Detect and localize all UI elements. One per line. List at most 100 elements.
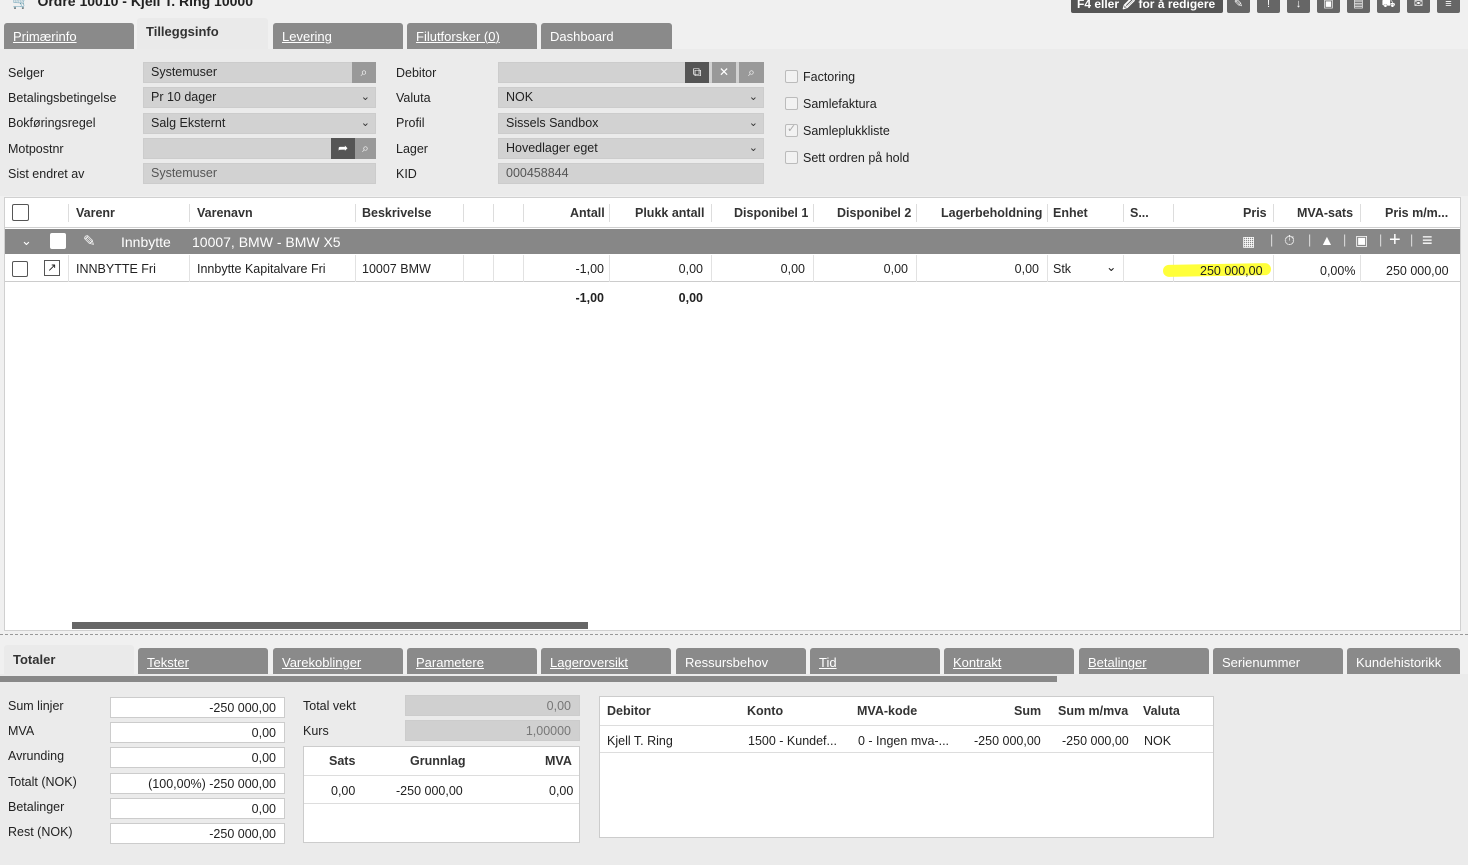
menu-icon[interactable]: ≡ [1437, 0, 1460, 13]
print-icon[interactable]: ▤ [1347, 0, 1370, 13]
debitor-label: Debitor [396, 66, 437, 80]
col-mva[interactable]: MVA-sats [1297, 206, 1353, 220]
tab-tekster[interactable]: Tekster [138, 648, 268, 674]
lager-select[interactable]: Hovedlager eget ⌄ [498, 138, 764, 159]
debitor-clear-icon[interactable]: ✕ [712, 62, 736, 83]
group-row[interactable]: ⌄ ✎ Innbytte 10007, BMW - BMW X5 ▦ | ⏱ |… [5, 229, 1460, 254]
tab-serienummer[interactable]: Serienummer [1213, 648, 1343, 674]
cell-varenr[interactable]: INNBYTTE Fri [76, 262, 156, 276]
row-checkbox[interactable] [12, 261, 28, 277]
debitor-open-icon[interactable]: ⧉ [685, 62, 709, 83]
totalt-field[interactable]: (100,00%) -250 000,00 [110, 773, 285, 794]
tab-ressursbehov[interactable]: Ressursbehov [676, 648, 806, 674]
col-disp2[interactable]: Disponibel 2 [837, 206, 911, 220]
cart-action-icon[interactable]: ⛟ [1377, 0, 1400, 13]
separator: | [1308, 233, 1312, 247]
tab-filutforsker[interactable]: Filutforsker (0) [407, 23, 537, 49]
motpost-goto-icon[interactable]: ➦ [331, 138, 355, 159]
ledger-debitor: Kjell T. Ring [607, 734, 673, 748]
edit-icon[interactable]: ✎ [1227, 0, 1250, 13]
pencil-icon[interactable]: ✎ [83, 232, 96, 250]
collapse-chevron-icon[interactable]: ⌄ [21, 233, 32, 249]
select-all-checkbox[interactable] [12, 204, 29, 221]
edit-hint-badge[interactable]: F4 eller 🖉 for å redigere [1071, 0, 1223, 13]
valuta-select[interactable]: NOK ⌄ [498, 87, 764, 108]
cell-beskrivelse[interactable]: 10007 BMW [362, 262, 431, 276]
sist-endret-value: Systemuser [151, 166, 217, 180]
col-varenavn[interactable]: Varenavn [197, 206, 253, 220]
tab-primaerinfo[interactable]: Primærinfo [4, 23, 134, 49]
col-beskrivelse[interactable]: Beskrivelse [362, 206, 432, 220]
tab-tilleggsinfo[interactable]: Tilleggsinfo [137, 18, 268, 49]
calendar-icon[interactable]: ▦ [1242, 233, 1255, 250]
col-pris[interactable]: Pris [1243, 206, 1267, 220]
splitter[interactable] [0, 634, 1468, 635]
cell-enhet[interactable]: Stk [1053, 262, 1071, 276]
cell-pris[interactable]: 250 000,00 [1200, 264, 1263, 278]
motpost-search-icon[interactable]: ⌕ [355, 138, 376, 159]
profil-select[interactable]: Sissels Sandbox ⌄ [498, 113, 764, 134]
ledger-konto: 1500 - Kundef... [748, 734, 837, 748]
kid-label: KID [396, 167, 417, 181]
tab-varekoblinger[interactable]: Varekoblinger [273, 648, 403, 674]
group-checkbox[interactable] [50, 233, 66, 249]
selger-search-icon[interactable]: ⌕ [352, 62, 376, 83]
col-varenr[interactable]: Varenr [76, 206, 115, 220]
samlefaktura-checkbox[interactable] [785, 97, 798, 110]
menu-lines-icon[interactable]: ≡ [1422, 230, 1433, 251]
tab-tid[interactable]: Tid [810, 648, 940, 674]
col-enhet[interactable]: Enhet [1053, 206, 1088, 220]
ledger-table: Debitor Konto MVA-kode Sum Sum m/mva Val… [599, 696, 1214, 838]
samleplukk-label: Samleplukkliste [803, 124, 890, 138]
tab-totaler[interactable]: Totaler [4, 645, 134, 674]
betalinger-field[interactable]: 0,00 [110, 798, 285, 819]
tab-dashboard[interactable]: Dashboard [541, 23, 672, 49]
cell-prism[interactable]: 250 000,00 [1386, 264, 1449, 278]
selger-field[interactable]: Systemuser [143, 62, 376, 83]
add-icon[interactable]: + [1389, 229, 1401, 252]
col-antall[interactable]: Antall [570, 206, 605, 220]
shapes-icon[interactable]: ▲ [1320, 232, 1334, 248]
sist-endret-field: Systemuser [143, 163, 376, 184]
tab-lageroversikt[interactable]: Lageroversikt [541, 648, 671, 674]
download-icon[interactable]: ↓ [1287, 0, 1310, 13]
chat-icon[interactable]: ✉ [1407, 0, 1430, 13]
tab-kontrakt[interactable]: Kontrakt [944, 648, 1074, 674]
tab-levering[interactable]: Levering [273, 23, 403, 49]
factoring-checkbox[interactable] [785, 70, 798, 83]
ledger-sum: -250 000,00 [974, 734, 1041, 748]
betaling-select[interactable]: Pr 10 dager ⌄ [143, 87, 376, 108]
open-line-icon[interactable]: ↗ [44, 260, 60, 276]
hold-checkbox[interactable] [785, 151, 798, 164]
mva-field[interactable]: 0,00 [110, 722, 285, 743]
debitor-search-icon[interactable]: ⌕ [739, 62, 764, 83]
lager-label: Lager [396, 142, 428, 156]
samleplukk-checkbox[interactable] [785, 122, 798, 137]
avrunding-label: Avrunding [8, 749, 65, 763]
bokforing-select[interactable]: Salg Eksternt ⌄ [143, 113, 376, 134]
tab-kundehistorikk[interactable]: Kundehistorikk [1347, 648, 1460, 674]
tab-betalinger[interactable]: Betalinger [1079, 648, 1209, 674]
cell-antall[interactable]: -1,00 [576, 262, 605, 276]
col-prism[interactable]: Pris m/m... [1385, 206, 1448, 220]
col-s[interactable]: S... [1130, 206, 1149, 220]
chevron-down-icon[interactable]: ⌄ [1106, 259, 1116, 274]
avrunding-field[interactable]: 0,00 [110, 747, 285, 768]
motpost-label: Motpostnr [8, 142, 64, 156]
rest-field[interactable]: -250 000,00 [110, 823, 285, 844]
horizontal-scrollbar[interactable] [72, 622, 588, 629]
cell-mva[interactable]: 0,00% [1320, 264, 1355, 278]
cell-varenavn[interactable]: Innbytte Kapitalvare Fri [197, 262, 326, 276]
clipboard-icon[interactable]: ▣ [1355, 232, 1368, 249]
col-plukk[interactable]: Plukk antall [635, 206, 704, 220]
stopwatch-icon[interactable]: ⏱ [1284, 232, 1295, 249]
order-lines-grid: Varenr Varenavn Beskrivelse Antall Plukk… [4, 197, 1461, 631]
cell-plukk[interactable]: 0,00 [679, 262, 703, 276]
lock-icon[interactable]: ▣ [1317, 0, 1340, 13]
tab-scrollbar[interactable] [0, 676, 1057, 682]
info-icon[interactable]: ! [1257, 0, 1280, 13]
tab-parametere[interactable]: Parametere [407, 648, 537, 674]
col-lager[interactable]: Lagerbeholdning [941, 206, 1042, 220]
sum-linjer-field[interactable]: -250 000,00 [110, 697, 285, 718]
col-disp1[interactable]: Disponibel 1 [734, 206, 808, 220]
